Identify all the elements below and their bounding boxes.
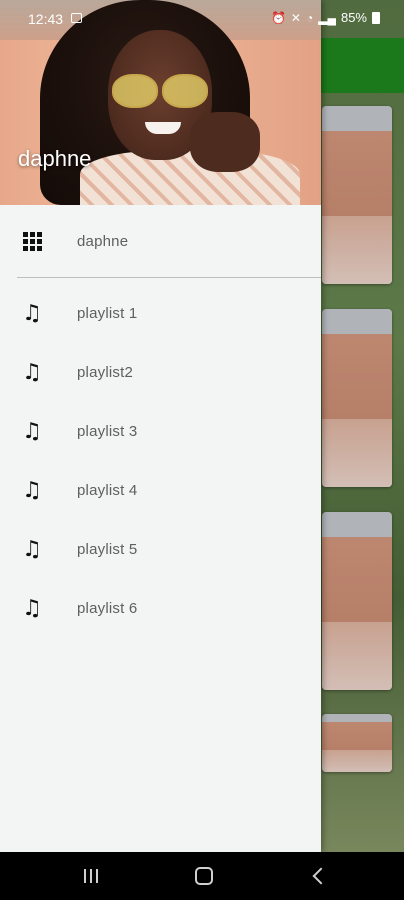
wifi-icon: ◔ xyxy=(305,10,314,25)
music-note-icon: ♫ xyxy=(22,595,42,621)
menu-item-playlist-1[interactable]: ♫ playlist 1 xyxy=(0,284,321,343)
menu-item-label: playlist2 xyxy=(77,364,133,381)
menu-item-playlist-4[interactable]: ♫ playlist 4 xyxy=(0,461,321,520)
recents-icon xyxy=(84,869,98,883)
battery-icon xyxy=(372,11,380,24)
menu-item-daphne[interactable]: daphne xyxy=(0,205,321,277)
status-time: 12:43 xyxy=(28,11,64,27)
music-note-icon: ♫ xyxy=(22,477,42,503)
menu-item-label: playlist 1 xyxy=(77,305,138,322)
music-note-icon: ♫ xyxy=(22,359,42,385)
menu-item-label: playlist 5 xyxy=(77,541,138,558)
home-button[interactable] xyxy=(174,852,234,900)
music-note-icon: ♫ xyxy=(22,536,42,562)
menu-item-playlist-6[interactable]: ♫ playlist 6 xyxy=(0,579,321,638)
drawer-header-title: daphne xyxy=(18,146,92,171)
mute-icon: ✕ xyxy=(290,10,301,25)
menu-item-label: playlist 4 xyxy=(77,482,138,499)
music-note-icon: ♫ xyxy=(22,300,42,326)
system-nav-bar xyxy=(0,852,404,900)
drawer-menu: daphne ♫ playlist 1 ♫ playlist2 ♫ playli… xyxy=(0,205,321,638)
signal-icon: ▂▄ xyxy=(318,10,336,25)
recents-button[interactable] xyxy=(61,852,121,900)
alarm-icon: ⏰ xyxy=(270,10,286,25)
menu-item-playlist-5[interactable]: ♫ playlist 5 xyxy=(0,520,321,579)
music-note-icon: ♫ xyxy=(22,418,42,444)
back-button[interactable] xyxy=(288,852,348,900)
menu-item-label: playlist 3 xyxy=(77,423,138,440)
back-icon xyxy=(312,867,330,885)
menu-item-label: daphne xyxy=(77,232,129,250)
grid-icon xyxy=(20,229,44,253)
navigation-drawer: daphne daphne ♫ playlist 1 ♫ playlist2 ♫… xyxy=(0,0,321,852)
home-icon xyxy=(195,867,213,885)
gallery-notification-icon xyxy=(71,13,82,23)
battery-percent: 85% xyxy=(340,10,367,25)
menu-item-playlist-3[interactable]: ♫ playlist 3 xyxy=(0,402,321,461)
menu-item-label: playlist 6 xyxy=(77,600,138,617)
status-bar: 12:43 ⏰ ✕ ◔ ▂▄ 85% xyxy=(0,0,404,38)
menu-item-playlist-2[interactable]: ♫ playlist2 xyxy=(0,343,321,402)
